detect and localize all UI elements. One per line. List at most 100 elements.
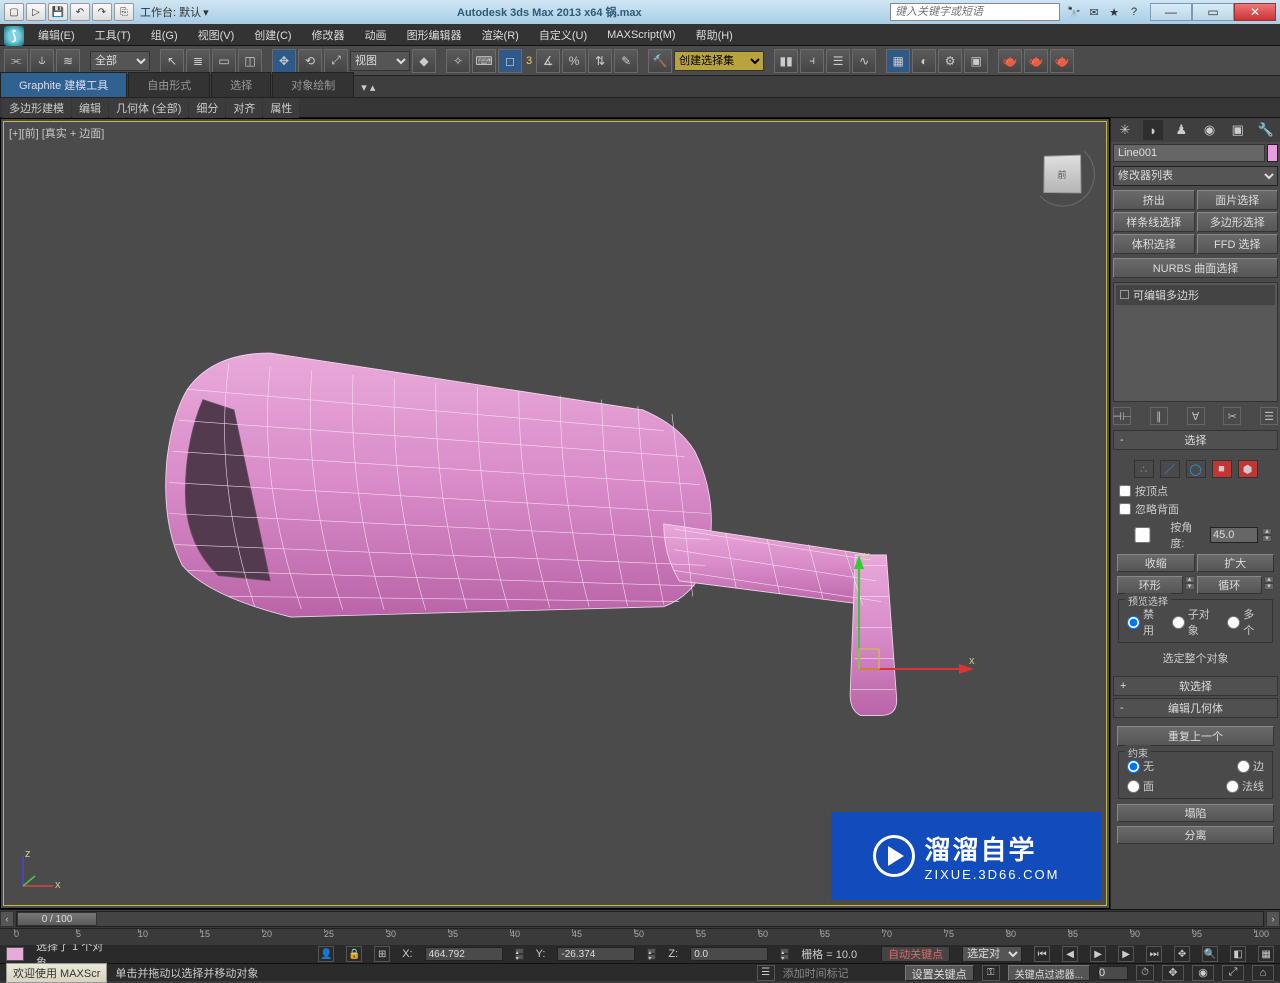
z-field[interactable] bbox=[690, 947, 768, 961]
menu-help[interactable]: 帮助(H) bbox=[686, 24, 743, 46]
key-set-dd[interactable]: 选定对 bbox=[962, 946, 1022, 962]
cp-motion-icon[interactable]: ◉ bbox=[1200, 120, 1220, 140]
radio-c-face[interactable] bbox=[1127, 780, 1140, 793]
radio-c-edge[interactable] bbox=[1237, 760, 1250, 773]
binoculars-icon[interactable]: 🔭 bbox=[1066, 4, 1082, 20]
cp-display-icon[interactable]: ▣ bbox=[1228, 120, 1248, 140]
nav-max-icon[interactable]: ⤢ bbox=[1222, 965, 1244, 981]
ribbon-expand-icon[interactable]: ▾ ▴ bbox=[355, 78, 381, 97]
render-frame-icon[interactable]: ▣ bbox=[964, 49, 988, 73]
cp-hierarchy-icon[interactable]: ♟ bbox=[1171, 120, 1191, 140]
cp-create-icon[interactable]: ✳ bbox=[1115, 120, 1135, 140]
radio-subobj[interactable] bbox=[1172, 616, 1185, 629]
object-color-swatch[interactable] bbox=[1267, 144, 1278, 162]
spin-up-icon[interactable]: ▴ bbox=[1262, 528, 1272, 535]
snap-percent-icon[interactable]: % bbox=[562, 49, 586, 73]
tab-paint[interactable]: 对象绘制 bbox=[272, 72, 354, 97]
btn-spline-sel[interactable]: 样条线选择 bbox=[1113, 212, 1195, 232]
schematic-icon[interactable]: ▦ bbox=[886, 49, 910, 73]
render-setup-icon[interactable]: ⚙ bbox=[938, 49, 962, 73]
btn-shrink[interactable]: 收缩 bbox=[1117, 554, 1195, 572]
so-edge-icon[interactable]: ／ bbox=[1160, 460, 1180, 478]
undo-icon[interactable]: ↶ bbox=[70, 3, 90, 21]
btn-grow[interactable]: 扩大 bbox=[1197, 554, 1275, 572]
chk-by-angle[interactable] bbox=[1119, 527, 1166, 543]
btn-repeat-last[interactable]: 重复上一个 bbox=[1117, 726, 1274, 746]
minimize-button[interactable]: — bbox=[1150, 3, 1192, 21]
radio-c-normal[interactable] bbox=[1226, 780, 1239, 793]
menu-view[interactable]: 视图(V) bbox=[188, 24, 245, 46]
make-unique-icon[interactable]: ∀ bbox=[1187, 407, 1205, 425]
rollout-selection[interactable]: -选择 bbox=[1113, 430, 1278, 450]
tab-graphite[interactable]: Graphite 建模工具 bbox=[0, 72, 127, 97]
track-prev-icon[interactable]: ‹ bbox=[0, 911, 14, 927]
set-key-button[interactable]: 设置关键点 bbox=[905, 965, 974, 981]
rollout-editgeom[interactable]: -编辑几何体 bbox=[1113, 698, 1278, 718]
so-element-icon[interactable]: ⬢ bbox=[1238, 460, 1258, 478]
object-name-field[interactable] bbox=[1113, 144, 1265, 162]
viewport[interactable]: [+][前] [真实 + 边面] 前 bbox=[0, 118, 1110, 909]
tab-freeform[interactable]: 自由形式 bbox=[128, 72, 210, 97]
nav-pan-icon[interactable]: ✥ bbox=[1174, 946, 1190, 962]
ref-coord-dd[interactable]: 视图 bbox=[350, 51, 410, 71]
btn-ring[interactable]: 环形 bbox=[1117, 576, 1183, 594]
maximize-button[interactable]: ▭ bbox=[1192, 3, 1234, 21]
render-prod-icon[interactable]: 🫖 bbox=[998, 49, 1022, 73]
menu-tools[interactable]: 工具(T) bbox=[85, 24, 141, 46]
so-vertex-icon[interactable]: ∴ bbox=[1134, 460, 1154, 478]
render-iter-icon[interactable]: 🫖 bbox=[1024, 49, 1048, 73]
menu-modifiers[interactable]: 修改器 bbox=[302, 24, 355, 46]
btn-vol-sel[interactable]: 体积选择 bbox=[1113, 234, 1195, 254]
hammer-icon[interactable]: 🔨 bbox=[648, 49, 672, 73]
link-tool-icon[interactable]: ⫘ bbox=[4, 49, 28, 73]
btn-collapse[interactable]: 塌陷 bbox=[1117, 804, 1274, 822]
render-last-icon[interactable]: 🫖 bbox=[1050, 49, 1074, 73]
comm-center-icon[interactable]: ✉ bbox=[1086, 4, 1102, 20]
create-selection-set-dd[interactable]: 创建选择集 bbox=[674, 51, 764, 71]
btn-detach[interactable]: 分离 bbox=[1117, 826, 1274, 844]
play-icon[interactable]: ▶ bbox=[1090, 946, 1106, 962]
track-next-icon[interactable]: › bbox=[1266, 911, 1280, 927]
mirror-icon[interactable]: ▮▮ bbox=[774, 49, 798, 73]
lock2-icon[interactable]: 🔒 bbox=[346, 946, 362, 962]
current-frame-field[interactable] bbox=[1098, 966, 1128, 980]
nav-orbit-icon[interactable]: ✥ bbox=[1162, 965, 1184, 981]
play-start-icon[interactable]: ⏮ bbox=[1034, 946, 1050, 962]
material-icon[interactable]: ◐ bbox=[912, 49, 936, 73]
help-icon[interactable]: ? bbox=[1126, 4, 1142, 20]
spinner-snap-icon[interactable]: ⇅ bbox=[588, 49, 612, 73]
keyboard-icon[interactable]: ⌨ bbox=[472, 49, 496, 73]
menu-render[interactable]: 渲染(R) bbox=[472, 24, 529, 46]
bind-spacewarp-icon[interactable]: ≋ bbox=[56, 49, 80, 73]
add-time-marker[interactable]: 添加时间标记 bbox=[783, 965, 849, 981]
so-border-icon[interactable]: ◯ bbox=[1186, 460, 1206, 478]
menu-group[interactable]: 组(G) bbox=[141, 24, 188, 46]
unlink-tool-icon[interactable]: ⫝ bbox=[30, 49, 54, 73]
rotate-tool-icon[interactable]: ⟲ bbox=[298, 49, 322, 73]
manip-icon[interactable]: ✧ bbox=[446, 49, 470, 73]
open-icon[interactable]: ▷ bbox=[26, 3, 46, 21]
time-slider-track[interactable]: 0 / 100 bbox=[16, 911, 1264, 927]
named-set-edit-icon[interactable]: ✎ bbox=[614, 49, 638, 73]
pivot-icon[interactable]: ◆ bbox=[412, 49, 436, 73]
subtab-edit[interactable]: 编辑 bbox=[72, 98, 108, 118]
so-polygon-icon[interactable]: ■ bbox=[1212, 460, 1232, 478]
script-listener-icon[interactable]: ☰ bbox=[757, 965, 775, 981]
btn-loop[interactable]: 循环 bbox=[1197, 576, 1263, 594]
lock-icon[interactable]: 👤 bbox=[318, 946, 334, 962]
scale-tool-icon[interactable]: ⤢ bbox=[324, 49, 348, 73]
play-next-icon[interactable]: ▶ bbox=[1118, 946, 1134, 962]
select-icon[interactable]: ↖ bbox=[160, 49, 184, 73]
radio-c-none[interactable] bbox=[1127, 760, 1140, 773]
select-window-icon[interactable]: ◫ bbox=[238, 49, 262, 73]
workspace-label[interactable]: 工作台: 默认 bbox=[140, 4, 201, 20]
curve-editor-icon[interactable]: ∿ bbox=[852, 49, 876, 73]
rollout-softsel[interactable]: +软选择 bbox=[1113, 676, 1278, 696]
modifier-list-dd[interactable]: 修改器列表 bbox=[1113, 166, 1278, 186]
key-filter-button[interactable]: 关键点过滤器... bbox=[1008, 965, 1090, 981]
app-icon[interactable]: ⟆ bbox=[4, 26, 24, 46]
transform-gizmo[interactable]: x y bbox=[839, 459, 979, 679]
menu-maxscript[interactable]: MAXScript(M) bbox=[597, 26, 685, 44]
selection-filter-dd[interactable]: 全部 bbox=[90, 51, 150, 71]
menu-anim[interactable]: 动画 bbox=[355, 24, 397, 46]
